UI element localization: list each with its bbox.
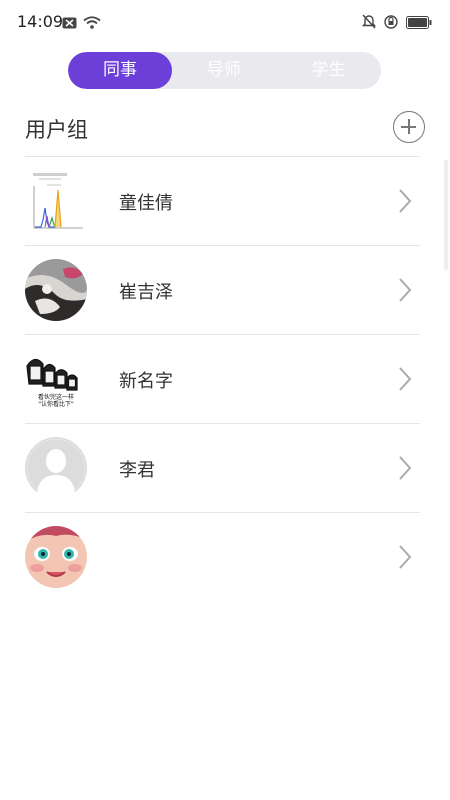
battery-icon <box>406 14 432 33</box>
message-notification-icon <box>62 14 77 33</box>
user-name: 李君 <box>119 460 155 481</box>
status-time: 14:09 <box>17 12 64 31</box>
section-title: 用户组 <box>25 118 88 142</box>
user-name: 童佳倩 <box>119 193 173 214</box>
photo-avatar <box>25 259 87 321</box>
meme-caption: 看伙完这一样 "认你看比下" <box>37 394 74 408</box>
tab-colleagues[interactable]: 同事 <box>68 52 172 89</box>
status-bar: 14:09 <box>0 0 450 44</box>
tab-mentors[interactable]: 导师 <box>172 52 276 89</box>
chevron-right-icon <box>399 545 412 569</box>
list-item[interactable]: 童佳倩 <box>0 157 450 245</box>
add-user-button[interactable] <box>393 111 425 143</box>
bell-muted-icon <box>361 14 377 33</box>
default-user-avatar <box>25 437 87 499</box>
list-item[interactable]: 崔吉泽 <box>0 246 450 334</box>
user-name: 崔吉泽 <box>119 282 173 303</box>
list-item[interactable]: 看伙完这一样 "认你看比下" 新名字 <box>0 335 450 423</box>
chevron-right-icon <box>399 189 412 213</box>
role-segmented-control: 同事 导师 学生 <box>68 52 381 89</box>
list-item[interactable]: 李君 <box>0 424 450 512</box>
tab-students[interactable]: 学生 <box>276 52 381 89</box>
chart-thumbnail-avatar <box>25 170 87 232</box>
chevron-right-icon <box>399 278 412 302</box>
chevron-right-icon <box>399 367 412 391</box>
alarm-icon <box>384 14 398 33</box>
wifi-icon <box>83 14 101 33</box>
chevron-right-icon <box>399 456 412 480</box>
user-name: 新名字 <box>119 371 173 392</box>
list-item[interactable] <box>0 513 450 601</box>
cartoon-face-avatar <box>25 526 87 588</box>
